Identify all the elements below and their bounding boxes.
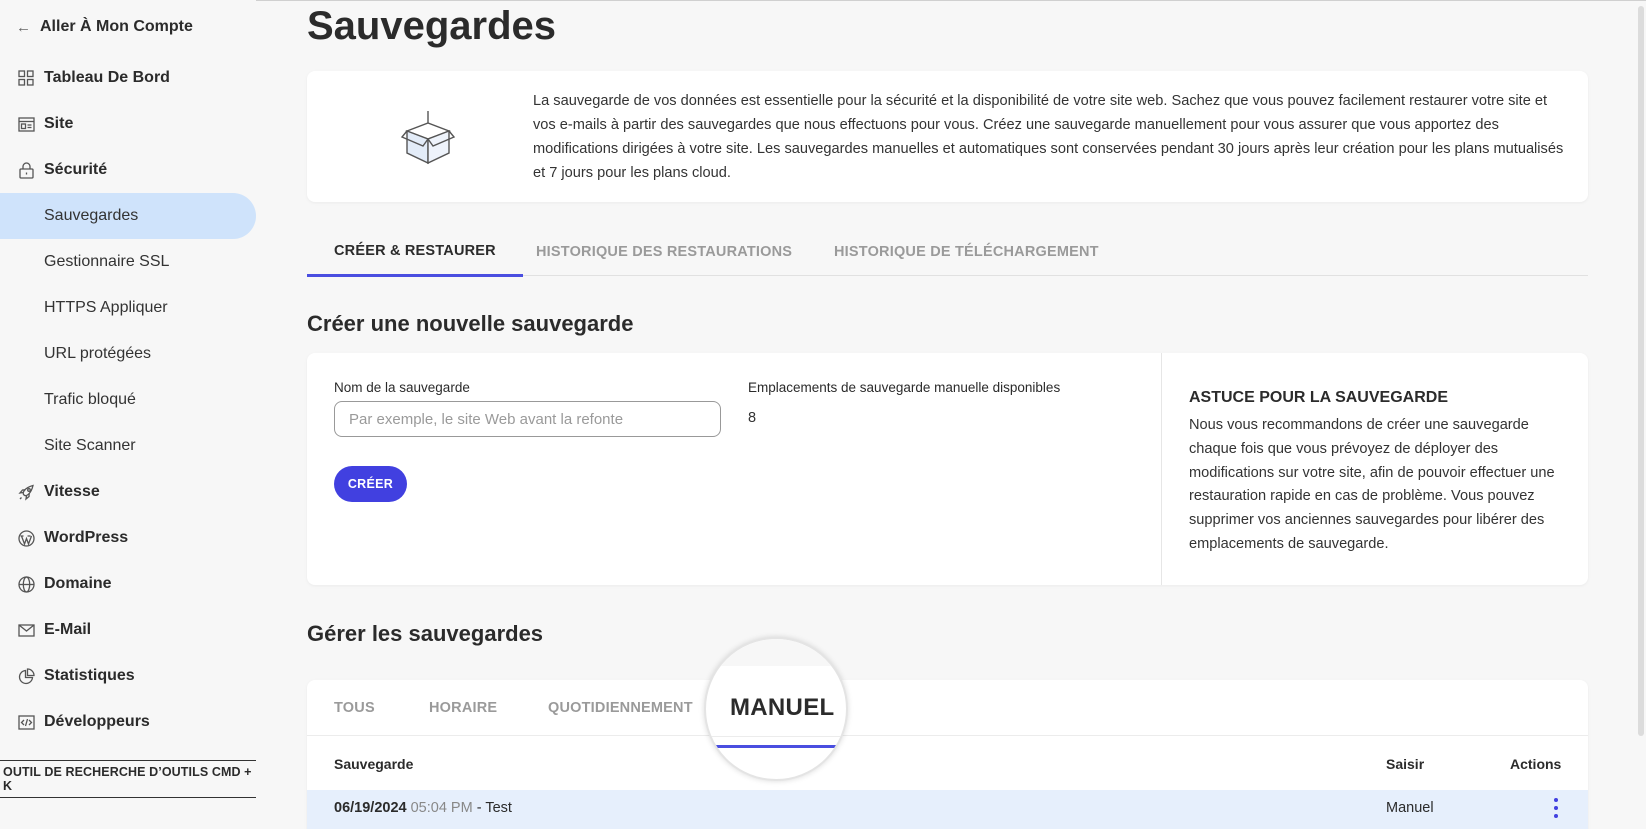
sidebar-item-site[interactable]: Site bbox=[0, 101, 256, 147]
manage-backups-card: TOUS HORAIRE QUOTIDIENNEMENT Sauvegarde … bbox=[307, 680, 1588, 829]
sidebar-item-label: Statistiques bbox=[44, 667, 135, 684]
mail-icon bbox=[17, 621, 35, 639]
lock-icon bbox=[17, 161, 35, 179]
filter-tab-hourly[interactable]: HORAIRE bbox=[429, 680, 497, 735]
magnifier-divider bbox=[706, 736, 846, 737]
filter-tab-label: TOUS bbox=[334, 699, 375, 716]
tab-label: HISTORIQUE DE TÉLÉCHARGEMENT bbox=[834, 244, 1099, 260]
filter-tab-label: QUOTIDIENNEMENT bbox=[548, 699, 693, 716]
filter-tab-daily[interactable]: QUOTIDIENNEMENT bbox=[548, 680, 693, 735]
sidebar-item-site-scanner[interactable]: Site Scanner bbox=[0, 423, 256, 469]
sidebar-item-label: Tableau De Bord bbox=[44, 69, 170, 86]
tab-download-history[interactable]: HISTORIQUE DE TÉLÉCHARGEMENT bbox=[834, 228, 1099, 276]
page-scrollbar[interactable] bbox=[1638, 6, 1644, 736]
tip-text: Nous vous recommandons de créer une sauv… bbox=[1189, 417, 1555, 552]
top-border bbox=[256, 0, 1646, 1]
sidebar-item-domain[interactable]: Domaine bbox=[0, 561, 256, 607]
manage-backups-title: Gérer les sauvegardes bbox=[307, 621, 544, 646]
sidebar-item-https-enforce[interactable]: HTTPS Appliquer bbox=[0, 285, 256, 331]
dashboard-icon bbox=[17, 69, 35, 87]
info-card: La sauvegarde de vos données est essenti… bbox=[307, 71, 1588, 202]
site-icon bbox=[17, 115, 35, 133]
magnifier-background bbox=[706, 639, 846, 666]
back-to-account-link[interactable]: ← Aller À Mon Compte bbox=[16, 18, 193, 36]
column-header-backup: Sauvegarde bbox=[334, 756, 414, 772]
tool-search-shortcut[interactable]: OUTIL DE RECHERCHE D’OUTILS CMD + K bbox=[0, 760, 256, 798]
sidebar-item-label: E-Mail bbox=[44, 621, 92, 638]
back-link-label: Aller À Mon Compte bbox=[40, 18, 193, 35]
sidebar-item-label: Domaine bbox=[44, 575, 112, 592]
backup-info-text: La sauvegarde de vos données est essenti… bbox=[533, 93, 1564, 181]
sidebar-item-dashboard[interactable]: Tableau De Bord bbox=[0, 55, 256, 101]
sidebar-item-protected-urls[interactable]: URL protégées bbox=[0, 331, 256, 377]
backup-tip-panel: ASTUCE POUR LA SAUVEGARDE Nous vous reco… bbox=[1161, 353, 1588, 585]
backup-date: 06/19/2024 bbox=[334, 800, 407, 816]
backup-cell: 06/19/2024 05:04 PM - Test bbox=[334, 800, 512, 816]
code-icon bbox=[17, 713, 35, 731]
sidebar-item-wordpress[interactable]: WordPress bbox=[0, 515, 256, 561]
sidebar-item-label: WordPress bbox=[44, 529, 129, 546]
backup-name: - Test bbox=[476, 800, 512, 816]
sidebar-item-label: Trafic bloqué bbox=[44, 391, 136, 408]
sidebar-item-statistics[interactable]: Statistiques bbox=[0, 653, 256, 699]
sidebar-item-developers[interactable]: Développeurs bbox=[0, 699, 256, 745]
sidebar-item-label: Site Scanner bbox=[44, 437, 136, 454]
globe-icon bbox=[17, 575, 35, 593]
create-backup-card: Nom de la sauvegarde Emplacements de sau… bbox=[307, 353, 1588, 585]
sidebar-item-backups[interactable]: Sauvegardes bbox=[0, 193, 256, 239]
tip-title: ASTUCE POUR LA SAUVEGARDE bbox=[1189, 389, 1448, 406]
backup-time: 05:04 PM bbox=[410, 800, 473, 816]
wordpress-icon bbox=[17, 529, 35, 547]
sidebar-item-ssl-manager[interactable]: Gestionnaire SSL bbox=[0, 239, 256, 285]
backups-table-header: Sauvegarde Saisir Actions bbox=[307, 735, 1588, 790]
create-backup-button[interactable]: CRÉER bbox=[334, 466, 407, 502]
table-row[interactable]: 06/19/2024 05:04 PM - Test Manuel bbox=[307, 790, 1588, 829]
sidebar-item-email[interactable]: E-Mail bbox=[0, 607, 256, 653]
tool-search-label: OUTIL DE RECHERCHE D’OUTILS CMD + K bbox=[3, 765, 252, 793]
sidebar-item-label: Développeurs bbox=[44, 713, 150, 730]
tab-restore-history[interactable]: HISTORIQUE DES RESTAURATIONS bbox=[536, 228, 792, 276]
page-title: Sauvegardes bbox=[307, 4, 557, 48]
main-tabs: CRÉER & RESTAURER HISTORIQUE DES RESTAUR… bbox=[307, 228, 1588, 277]
tab-label: CRÉER & RESTAURER bbox=[334, 243, 496, 259]
tab-label: HISTORIQUE DES RESTAURATIONS bbox=[536, 244, 793, 260]
filter-tab-label: MANUEL bbox=[730, 694, 835, 721]
available-slots-label: Emplacements de sauvegarde manuelle disp… bbox=[748, 380, 1061, 395]
sidebar-item-speed[interactable]: Vitesse bbox=[0, 469, 256, 515]
sidebar-item-label: HTTPS Appliquer bbox=[44, 299, 168, 316]
tab-create-restore[interactable]: CRÉER & RESTAURER bbox=[307, 228, 523, 277]
filter-tab-all[interactable]: TOUS bbox=[334, 680, 375, 735]
sidebar-item-label: Sécurité bbox=[44, 161, 108, 178]
backup-type: Manuel bbox=[1386, 800, 1434, 816]
available-slots-value: 8 bbox=[748, 410, 757, 426]
filter-tab-label: HORAIRE bbox=[429, 699, 498, 716]
sidebar-item-label: Site bbox=[44, 115, 74, 132]
more-actions-icon[interactable] bbox=[1549, 798, 1563, 818]
sidebar: ← Aller À Mon Compte Tableau De Bord Sit… bbox=[0, 0, 256, 829]
column-header-actions: Actions bbox=[1510, 756, 1562, 772]
sidebar-item-label: Vitesse bbox=[44, 483, 100, 500]
sidebar-item-label: Gestionnaire SSL bbox=[44, 253, 170, 270]
sidebar-item-blocked-traffic[interactable]: Trafic bloqué bbox=[0, 377, 256, 423]
filter-tab-manual[interactable]: MANUEL bbox=[704, 637, 848, 781]
rocket-icon bbox=[17, 483, 35, 501]
sidebar-item-security[interactable]: Sécurité bbox=[0, 147, 256, 193]
sidebar-item-label: URL protégées bbox=[44, 345, 152, 362]
chart-icon bbox=[17, 667, 35, 685]
active-tab-underline bbox=[716, 745, 840, 748]
backup-name-input[interactable] bbox=[334, 401, 721, 437]
box-download-icon bbox=[399, 109, 457, 167]
arrow-left-icon: ← bbox=[16, 18, 31, 36]
column-header-type: Saisir bbox=[1386, 756, 1425, 772]
create-backup-title: Créer une nouvelle sauvegarde bbox=[307, 311, 634, 336]
backup-name-label: Nom de la sauvegarde bbox=[334, 380, 470, 395]
sidebar-item-label: Sauvegardes bbox=[44, 207, 139, 224]
